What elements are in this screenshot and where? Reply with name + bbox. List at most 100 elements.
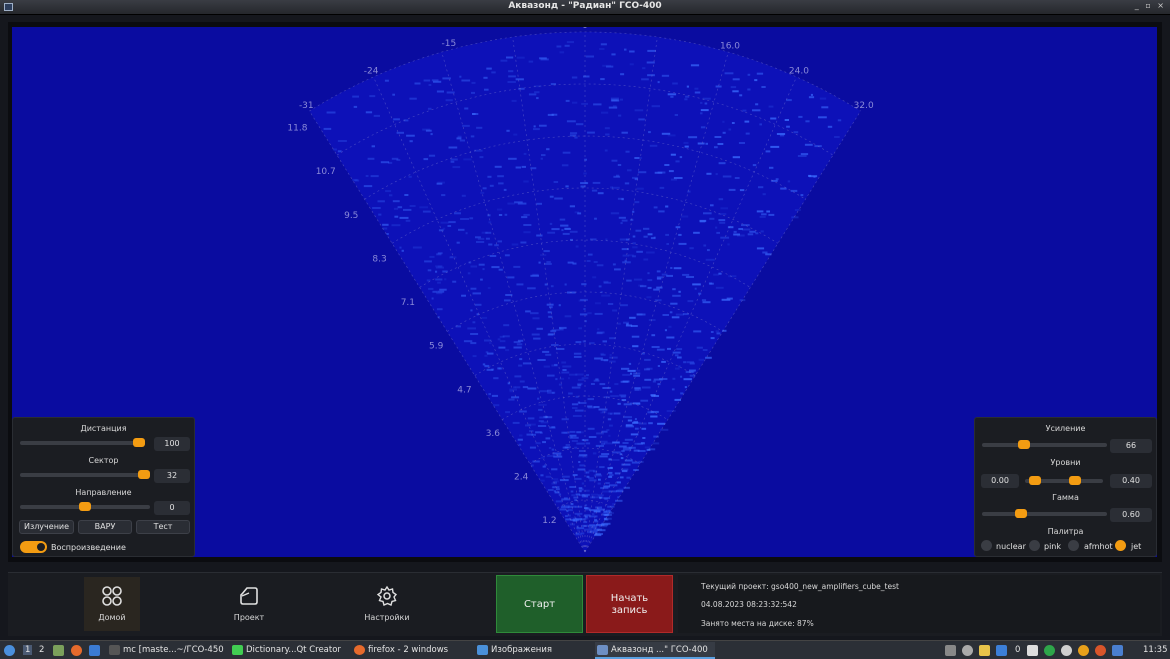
echo-speckle (484, 88, 489, 91)
tray-keyboard-icon[interactable] (945, 645, 956, 656)
echo-speckle (588, 436, 597, 438)
sector-value[interactable]: 32 (154, 469, 190, 483)
echo-speckle (530, 312, 539, 315)
start-menu-icon[interactable] (4, 645, 15, 656)
tray-chat-icon[interactable] (1112, 645, 1123, 656)
tray-bluetooth-icon[interactable] (996, 645, 1007, 656)
echo-speckle (540, 474, 544, 477)
distance-value[interactable]: 100 (154, 437, 190, 451)
level-low-handle[interactable] (1029, 476, 1041, 485)
echo-speckle (486, 67, 492, 70)
echo-speckle (484, 364, 489, 367)
echo-speckle (517, 202, 527, 205)
window-controls[interactable]: _ ▫ × (1135, 1, 1166, 10)
tray-count: 0 (1015, 645, 1021, 655)
echo-speckle (587, 312, 592, 315)
emission-button[interactable]: Излучение (19, 520, 74, 534)
echo-speckle (742, 109, 747, 112)
test-button[interactable]: Тест (136, 520, 190, 534)
desktop-launcher-icon[interactable] (89, 645, 100, 656)
playback-toggle[interactable] (20, 541, 47, 553)
palette-nuclear-radio[interactable] (981, 540, 992, 551)
echo-speckle (808, 96, 815, 99)
echo-speckle (576, 431, 582, 434)
palette-afmhot-radio[interactable] (1068, 540, 1079, 551)
echo-speckle (683, 141, 689, 144)
echo-speckle (618, 216, 626, 219)
echo-speckle (797, 155, 807, 157)
sector-slider[interactable] (20, 470, 150, 479)
echo-speckle (461, 79, 471, 82)
nav-settings-button[interactable]: Настройки (359, 577, 415, 631)
echo-speckle (596, 264, 604, 267)
echo-speckle (545, 353, 552, 356)
task-akvazond[interactable]: Аквазонд ..." ГСО-400 (595, 642, 715, 659)
echo-speckle (653, 206, 658, 209)
file-manager-launcher-icon[interactable] (53, 645, 64, 656)
azimuth-label: 0 (582, 27, 588, 31)
echo-speckle (577, 382, 583, 385)
echo-speckle (572, 407, 578, 409)
task-firefox[interactable]: firefox - 2 windows (352, 642, 457, 659)
varu-button[interactable]: ВАРУ (78, 520, 132, 534)
echo-speckle (587, 131, 595, 134)
start-button[interactable]: Старт (496, 575, 583, 633)
echo-speckle (527, 417, 535, 420)
tray-power-icon[interactable] (1095, 645, 1106, 656)
echo-speckle (497, 240, 502, 243)
echo-speckle (371, 145, 375, 148)
echo-speckle (632, 421, 639, 424)
palette-jet-radio[interactable] (1115, 540, 1126, 551)
direction-slider[interactable] (20, 502, 150, 511)
levels-range-slider[interactable] (1025, 476, 1103, 485)
start-recording-button[interactable]: Начать запись (586, 575, 673, 633)
workspace-2[interactable]: 2 (39, 645, 44, 655)
tray-clipboard-icon[interactable] (1027, 645, 1038, 656)
tray-notes-icon[interactable] (979, 645, 990, 656)
echo-speckle (756, 72, 764, 75)
task-mc[interactable]: mc [maste...~/ГСО-450 (107, 642, 224, 659)
tray-volume-icon[interactable] (962, 645, 973, 656)
nav-project-button[interactable]: Проект (221, 577, 277, 631)
tray-wifi-icon[interactable] (1061, 645, 1072, 656)
direction-value[interactable]: 0 (154, 501, 190, 515)
task-qtcreator[interactable]: Dictionary...Qt Creator (230, 642, 345, 659)
task-images[interactable]: Изображения (475, 642, 575, 659)
level-high-handle[interactable] (1069, 476, 1081, 485)
gamma-slider[interactable] (982, 509, 1107, 518)
echo-speckle (580, 532, 585, 535)
distance-slider[interactable] (20, 438, 145, 447)
level-low-value[interactable]: 0.00 (981, 474, 1019, 488)
distance-slider-handle[interactable] (133, 438, 145, 447)
range-label: 10.7 (316, 167, 336, 177)
echo-speckle (643, 258, 649, 261)
direction-slider-handle[interactable] (79, 502, 91, 511)
workspace-1[interactable]: 1 (23, 645, 33, 655)
echo-speckle (722, 175, 732, 178)
echo-speckle (683, 378, 692, 381)
level-high-value[interactable]: 0.40 (1110, 474, 1152, 488)
gain-value[interactable]: 66 (1110, 439, 1152, 453)
sector-slider-handle[interactable] (138, 470, 150, 479)
gain-slider[interactable] (982, 440, 1107, 449)
echo-speckle (370, 175, 379, 178)
echo-speckle (482, 187, 487, 190)
echo-speckle (652, 442, 660, 445)
firefox-launcher-icon[interactable] (71, 645, 82, 656)
echo-speckle (432, 290, 438, 293)
nav-home-button[interactable]: Домой (84, 577, 140, 631)
echo-speckle (715, 173, 718, 176)
palette-pink-radio[interactable] (1029, 540, 1040, 551)
tray-network-icon[interactable] (1044, 645, 1055, 656)
echo-speckle (553, 181, 559, 183)
clock[interactable]: 11:35 (1143, 645, 1168, 655)
gamma-value[interactable]: 0.60 (1110, 508, 1152, 522)
echo-speckle (554, 197, 563, 200)
echo-speckle (738, 142, 745, 144)
echo-speckle (768, 105, 774, 108)
gain-slider-handle[interactable] (1018, 440, 1030, 449)
echo-speckle (704, 102, 708, 105)
gamma-slider-handle[interactable] (1015, 509, 1027, 518)
tray-updates-icon[interactable] (1078, 645, 1089, 656)
echo-speckle (581, 283, 587, 286)
